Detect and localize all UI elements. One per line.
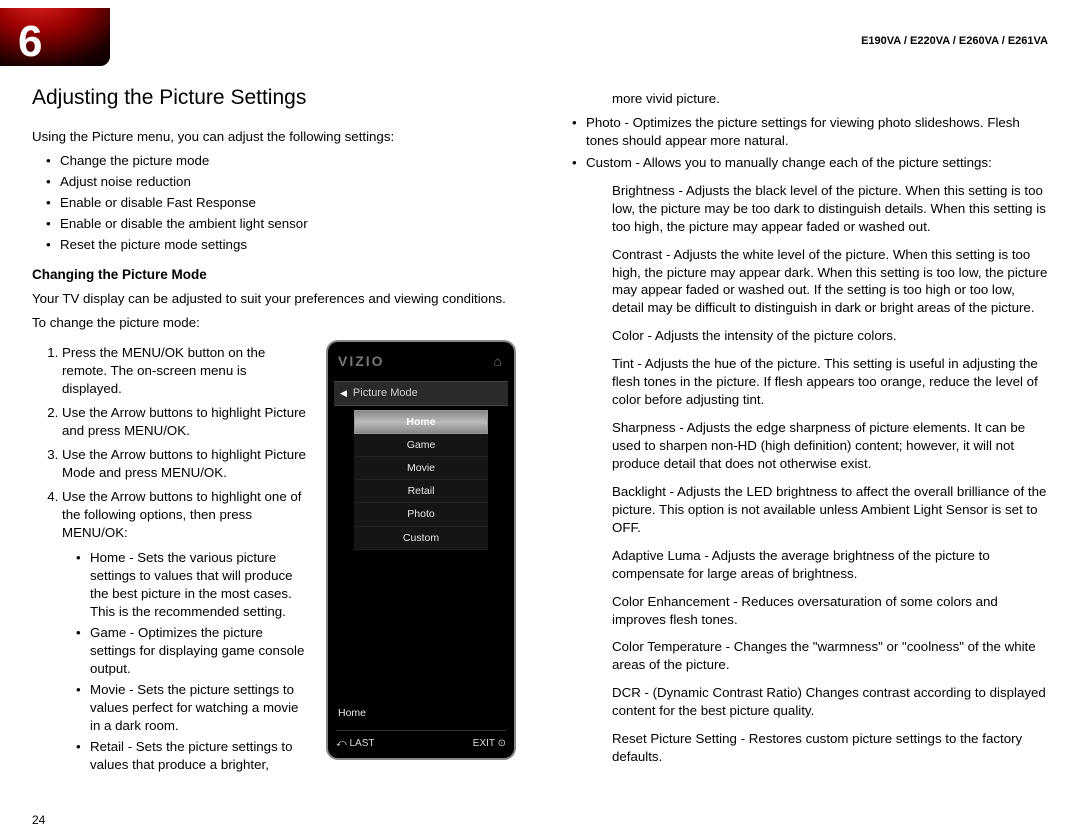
list-item: Home - Sets the various picture settings… (90, 549, 306, 621)
tv-footer-right: EXIT ⊙ (473, 737, 506, 751)
left-arrow-icon: ◀ (340, 387, 347, 399)
intro-bullet-list: Change the picture mode Adjust noise red… (32, 152, 516, 254)
list-item: Press the MENU/OK button on the remote. … (62, 344, 310, 398)
tv-menu-item: Home (354, 410, 488, 434)
back-icon: ⤺ (336, 738, 347, 749)
tv-menu-header: ◀ Picture Mode (334, 381, 508, 406)
definition-item: Color Enhancement - Reduces oversaturati… (612, 593, 1048, 629)
list-item: Custom - Allows you to manually change e… (586, 154, 1048, 172)
custom-settings-definitions: Brightness - Adjusts the black level of … (564, 182, 1048, 766)
instruction-lead: To change the picture mode: (32, 314, 516, 332)
definition-item: Brightness - Adjusts the black level of … (612, 182, 1048, 236)
definition-item: Sharpness - Adjusts the edge sharpness o… (612, 419, 1048, 473)
definition-item: Color Temperature - Changes the "warmnes… (612, 638, 1048, 674)
list-item: Reset the picture mode settings (60, 236, 516, 254)
definition-item: DCR - (Dynamic Contrast Ratio) Changes c… (612, 684, 1048, 720)
section-title: Adjusting the Picture Settings (32, 84, 516, 112)
list-item: Photo - Optimizes the picture settings f… (586, 114, 1048, 150)
definition-item: Backlight - Adjusts the LED brightness t… (612, 483, 1048, 537)
model-numbers: E190VA / E220VA / E260VA / E261VA (861, 34, 1048, 49)
list-item: Use the Arrow buttons to highlight Pictu… (62, 446, 310, 482)
list-item: Change the picture mode (60, 152, 516, 170)
list-item: Enable or disable Fast Response (60, 194, 516, 212)
tv-menu-item: Custom (354, 527, 488, 550)
definition-item: Reset Picture Setting - Restores custom … (612, 730, 1048, 766)
tv-menu-item: Retail (354, 480, 488, 503)
tv-footer: ⤺ LAST EXIT ⊙ (336, 730, 506, 751)
list-item: Use the Arrow buttons to highlight Pictu… (62, 404, 310, 440)
steps-and-screenshot: Press the MENU/OK button on the remote. … (32, 338, 516, 780)
definition-item: Color - Adjusts the intensity of the pic… (612, 327, 1048, 345)
list-item: Retail - Sets the picture settings to va… (90, 738, 306, 774)
tv-logo-row: VIZIO ⌂ (334, 350, 508, 381)
list-item: Use the Arrow buttons to highlight one o… (62, 488, 310, 774)
vizio-logo: VIZIO (338, 352, 385, 371)
left-column: Adjusting the Picture Settings Using the… (32, 84, 516, 804)
tv-menu-item: Game (354, 434, 488, 457)
page-number: 24 (32, 812, 45, 828)
definition-item: Tint - Adjusts the hue of the picture. T… (612, 355, 1048, 409)
home-icon: ⌂ (494, 352, 504, 371)
tv-footer-right-label: EXIT (473, 738, 495, 749)
right-column: more vivid picture. Photo - Optimizes th… (564, 84, 1048, 804)
definition-item: Contrast - Adjusts the white level of th… (612, 246, 1048, 318)
tv-menu-screenshot: VIZIO ⌂ ◀ Picture Mode Home Game Movie R… (326, 340, 516, 760)
continuation-text: more vivid picture. (564, 90, 1048, 108)
tv-status-text: Home (338, 706, 366, 720)
content-columns: Adjusting the Picture Settings Using the… (32, 84, 1048, 804)
tv-footer-left-label: LAST (349, 738, 374, 749)
step-text: Use the Arrow buttons to highlight one o… (62, 489, 302, 540)
steps-list: Press the MENU/OK button on the remote. … (32, 344, 310, 774)
tv-menu-item: Photo (354, 503, 488, 526)
chapter-badge: 6 (0, 8, 110, 66)
tv-menu-title: Picture Mode (353, 386, 418, 401)
list-item: Enable or disable the ambient light sens… (60, 215, 516, 233)
mode-options-list: Home - Sets the various picture settings… (62, 549, 306, 773)
steps-text: Press the MENU/OK button on the remote. … (32, 338, 310, 780)
list-item: Movie - Sets the picture settings to val… (90, 681, 306, 735)
subsection-intro: Your TV display can be adjusted to suit … (32, 290, 516, 308)
mode-options-list-continued: Photo - Optimizes the picture settings f… (564, 114, 1048, 172)
list-item: Game - Optimizes the picture settings fo… (90, 624, 306, 678)
tv-menu-item: Movie (354, 457, 488, 480)
tv-footer-left: ⤺ LAST (336, 737, 375, 751)
subsection-title: Changing the Picture Mode (32, 266, 516, 284)
tv-menu-list: Home Game Movie Retail Photo Custom (334, 406, 508, 554)
exit-icon: ⊙ (498, 738, 506, 749)
definition-item: Adaptive Luma - Adjusts the average brig… (612, 547, 1048, 583)
chapter-number: 6 (18, 12, 42, 66)
list-item: Adjust noise reduction (60, 173, 516, 191)
intro-paragraph: Using the Picture menu, you can adjust t… (32, 128, 516, 146)
